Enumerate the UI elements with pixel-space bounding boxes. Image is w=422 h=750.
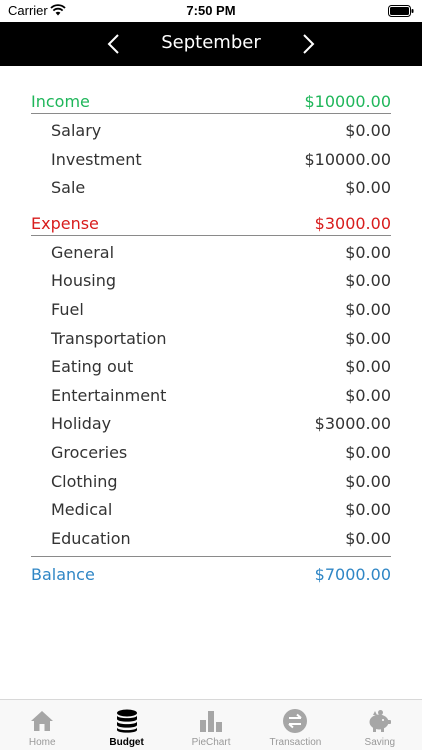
expense-category-amount: $0.00 (345, 385, 391, 405)
expense-category-label: Education (51, 528, 131, 548)
bar-chart-icon (200, 711, 223, 732)
expense-total: $3000.00 (314, 213, 391, 233)
expense-category-amount: $0.00 (345, 357, 391, 377)
income-category-amount: $10000.00 (304, 149, 391, 169)
balance-row: Balance $7000.00 (31, 556, 391, 584)
status-bar: Carrier 7:50 PM (0, 0, 422, 22)
income-header[interactable]: Income $10000.00 (31, 90, 391, 114)
expense-category-label: Transportation (51, 328, 167, 348)
tab-budget-label: Budget (109, 737, 144, 748)
tab-saving-label: Saving (364, 737, 396, 748)
month-title: September (161, 32, 261, 53)
expense-category-amount: $0.00 (345, 271, 391, 291)
tab-transaction[interactable]: Transaction (253, 700, 337, 750)
income-category-label: Sale (51, 178, 86, 198)
expense-row[interactable]: Housing $0.00 (31, 265, 391, 294)
expense-category-label: Housing (51, 271, 117, 291)
month-navigation-bar: September (0, 22, 422, 66)
status-time: 7:50 PM (186, 3, 236, 18)
expense-category-label: General (51, 242, 115, 262)
tab-piechart[interactable]: PieChart (169, 700, 253, 750)
expense-list: General $0.00 Housing $0.00 Fuel $0.00 Transpo… (31, 236, 391, 552)
expense-category-amount: $0.00 (345, 442, 391, 462)
expense-row[interactable]: Medical $0.00 (31, 494, 391, 523)
balance-amount: $7000.00 (314, 565, 391, 585)
next-month-chevron-icon[interactable] (298, 30, 318, 58)
battery-icon (388, 5, 414, 17)
expense-row[interactable]: Transportation $0.00 (31, 323, 391, 352)
income-row[interactable]: Sale $0.00 (31, 172, 391, 201)
tab-budget[interactable]: Budget (84, 700, 168, 750)
expense-category-label: Clothing (51, 471, 118, 491)
expense-category-label: Groceries (51, 442, 128, 462)
expense-label: Expense (31, 213, 99, 233)
piggy-bank-icon (369, 710, 391, 732)
expense-category-amount: $3000.00 (314, 414, 391, 434)
tab-piechart-label: PieChart (191, 737, 231, 748)
tab-bar: Home Budget PieChart Transaction Saving (0, 699, 422, 750)
expense-category-amount: $0.00 (345, 242, 391, 262)
expense-row[interactable]: Education $0.00 (31, 523, 391, 552)
expense-category-label: Entertainment (51, 385, 167, 405)
tab-transaction-label: Transaction (269, 737, 322, 748)
home-icon (31, 711, 54, 731)
income-total: $10000.00 (304, 92, 391, 111)
expense-category-label: Holiday (51, 414, 112, 434)
expense-row[interactable]: Groceries $0.00 (31, 437, 391, 466)
expense-category-amount: $0.00 (345, 528, 391, 548)
coins-icon (116, 709, 137, 733)
expense-row[interactable]: Clothing $0.00 (31, 466, 391, 495)
income-category-label: Investment (51, 149, 142, 169)
income-category-label: Salary (51, 121, 102, 140)
expense-category-amount: $0.00 (345, 328, 391, 348)
income-list: Salary $0.00 Investment $10000.00 Sale $0.00 (31, 114, 391, 201)
expense-row[interactable]: Eating out $0.00 (31, 351, 391, 380)
expense-row[interactable]: Entertainment $0.00 (31, 380, 391, 409)
expense-category-amount: $0.00 (345, 299, 391, 319)
income-row[interactable]: Salary $0.00 (31, 115, 391, 144)
expense-row[interactable]: General $0.00 (31, 237, 391, 266)
tab-home-label: Home (28, 737, 56, 748)
budget-summary: Income $10000.00 Salary $0.00 Investment $1… (31, 90, 391, 584)
expense-category-label: Eating out (51, 357, 134, 377)
income-category-amount: $0.00 (345, 121, 391, 140)
transfer-icon (283, 709, 308, 733)
expense-row[interactable]: Fuel $0.00 (31, 294, 391, 323)
income-row[interactable]: Investment $10000.00 (31, 144, 391, 173)
expense-category-amount: $0.00 (345, 500, 391, 520)
expense-category-label: Fuel (51, 299, 84, 319)
expense-category-amount: $0.00 (345, 471, 391, 491)
expense-row[interactable]: Holiday $3000.00 (31, 408, 391, 437)
tab-saving[interactable]: Saving (338, 700, 422, 750)
income-label: Income (31, 92, 90, 111)
income-category-amount: $0.00 (345, 178, 391, 198)
expense-header[interactable]: Expense $3000.00 (31, 212, 391, 236)
expense-category-label: Medical (51, 500, 113, 520)
balance-label: Balance (31, 565, 95, 585)
tab-home[interactable]: Home (0, 700, 84, 750)
